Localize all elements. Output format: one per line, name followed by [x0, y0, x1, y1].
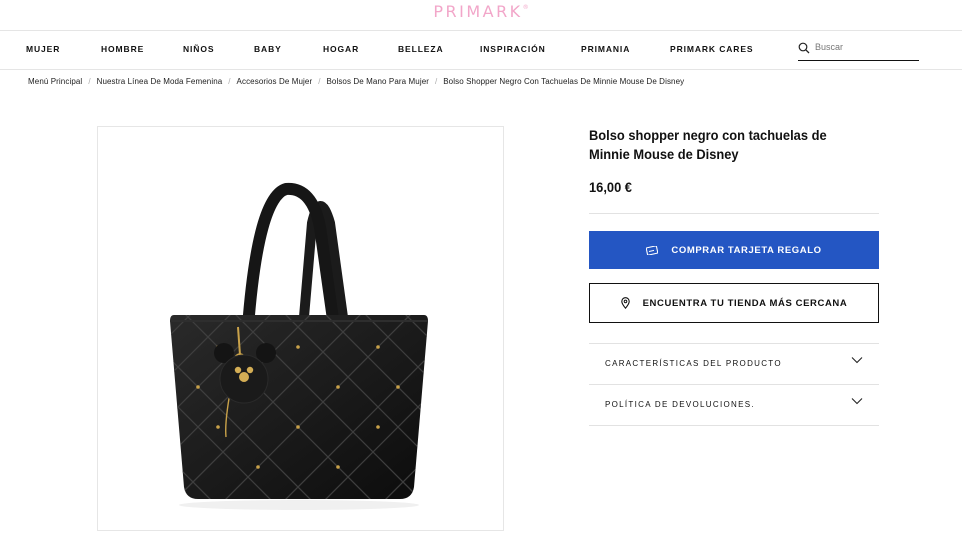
tote-bag-image	[170, 182, 428, 510]
breadcrumb-item-handbags[interactable]: Bolsos De Mano Para Mujer	[326, 77, 429, 86]
product-price: 16,00 €	[589, 179, 632, 195]
registered-mark: ®	[522, 4, 529, 11]
breadcrumb-separator: /	[318, 77, 321, 86]
site-header: PRIMARK®	[0, 0, 962, 31]
find-store-button[interactable]: ENCUENTRA TU TIENDA MÁS CERCANA	[589, 283, 879, 323]
nav-item-ninos[interactable]: NIÑOS	[183, 44, 214, 54]
product-title: Bolso shopper negro con tachuelas de Min…	[589, 127, 827, 162]
nav-item-primark-cares[interactable]: PRIMARK CARES	[670, 44, 753, 54]
accordion-label: POLÍTICA DE DEVOLUCIONES.	[605, 400, 755, 409]
breadcrumb-separator: /	[228, 77, 231, 86]
breadcrumb-item-home[interactable]: Menú Principal	[28, 77, 82, 86]
breadcrumb-item-accessories[interactable]: Accesorios De Mujer	[237, 77, 313, 86]
breadcrumb: Menú Principal / Nuestra Línea De Moda Fem…	[28, 77, 684, 86]
accordion-return-policy[interactable]: POLÍTICA DE DEVOLUCIONES.	[589, 385, 879, 425]
breadcrumb-item-current: Bolso Shopper Negro Con Tachuelas De Min…	[443, 77, 685, 86]
nav-item-baby[interactable]: BABY	[254, 44, 282, 54]
buy-gift-card-button[interactable]: COMPRAR TARJETA REGALO	[589, 231, 879, 269]
location-pin-icon	[620, 297, 630, 309]
nav-item-mujer[interactable]: MUJER	[26, 44, 60, 54]
main-navigation: MUJER HOMBRE NIÑOS BABY HOGAR BELLEZA IN…	[0, 31, 962, 70]
logo-text: PRIMARK	[433, 2, 523, 21]
divider	[589, 425, 879, 426]
accordion-product-features[interactable]: CARACTERÍSTICAS DEL PRODUCTO	[589, 344, 879, 384]
chevron-down-icon	[851, 357, 863, 364]
nav-item-inspiracion[interactable]: INSPIRACIÓN	[480, 44, 546, 54]
buy-gift-card-label: COMPRAR TARJETA REGALO	[671, 244, 822, 256]
nav-item-hombre[interactable]: HOMBRE	[101, 44, 144, 54]
nav-item-hogar[interactable]: HOGAR	[323, 44, 359, 54]
breadcrumb-separator: /	[435, 77, 438, 86]
accordion-label: CARACTERÍSTICAS DEL PRODUCTO	[605, 359, 782, 368]
nav-item-belleza[interactable]: BELLEZA	[398, 44, 444, 54]
search-input[interactable]	[815, 39, 915, 55]
chevron-down-icon	[851, 398, 863, 405]
primark-logo[interactable]: PRIMARK®	[0, 2, 962, 21]
product-image[interactable]	[97, 126, 504, 531]
find-store-label: ENCUENTRA TU TIENDA MÁS CERCANA	[642, 297, 848, 309]
search-icon[interactable]	[798, 42, 810, 54]
search-box[interactable]	[798, 39, 919, 61]
gift-card-icon	[646, 245, 659, 255]
nav-item-primania[interactable]: PRIMANIA	[581, 44, 630, 54]
breadcrumb-item-womens[interactable]: Nuestra Línea De Moda Femenina	[97, 77, 223, 86]
breadcrumb-separator: /	[88, 77, 91, 86]
divider	[589, 213, 879, 214]
